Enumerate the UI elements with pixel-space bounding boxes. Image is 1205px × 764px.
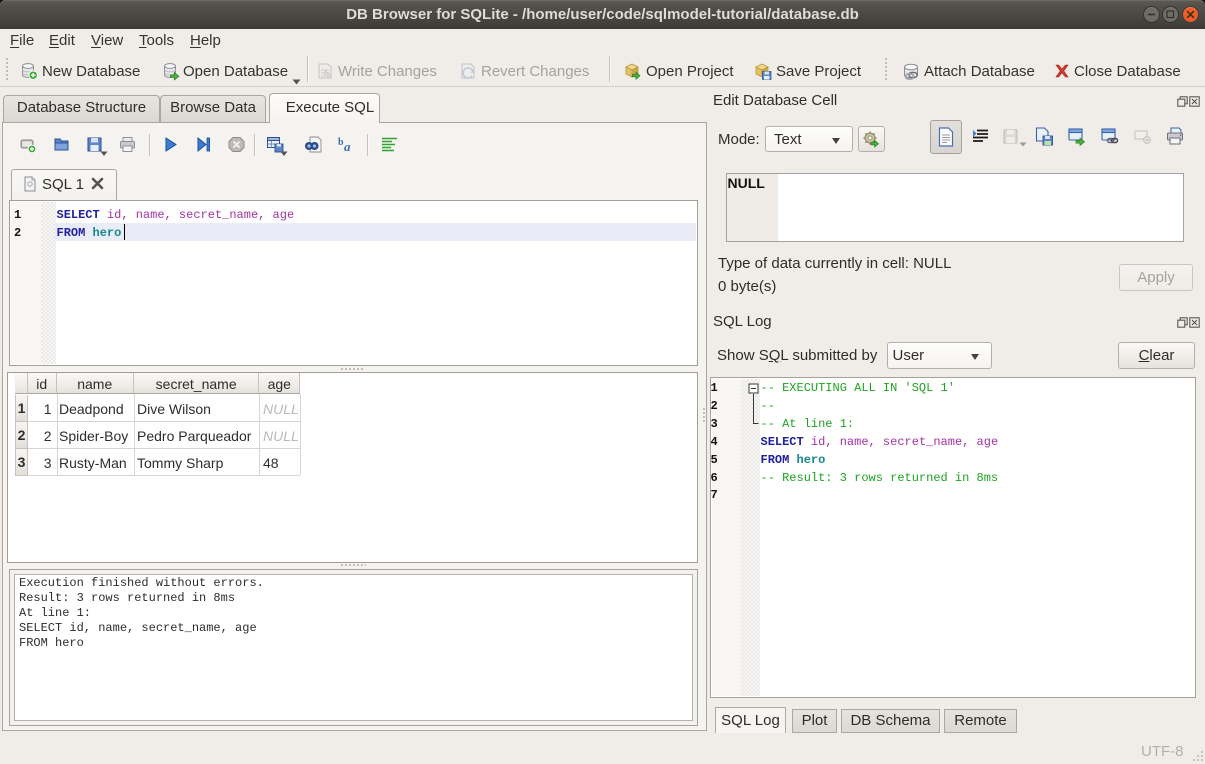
svg-text:a: a — [344, 139, 351, 154]
